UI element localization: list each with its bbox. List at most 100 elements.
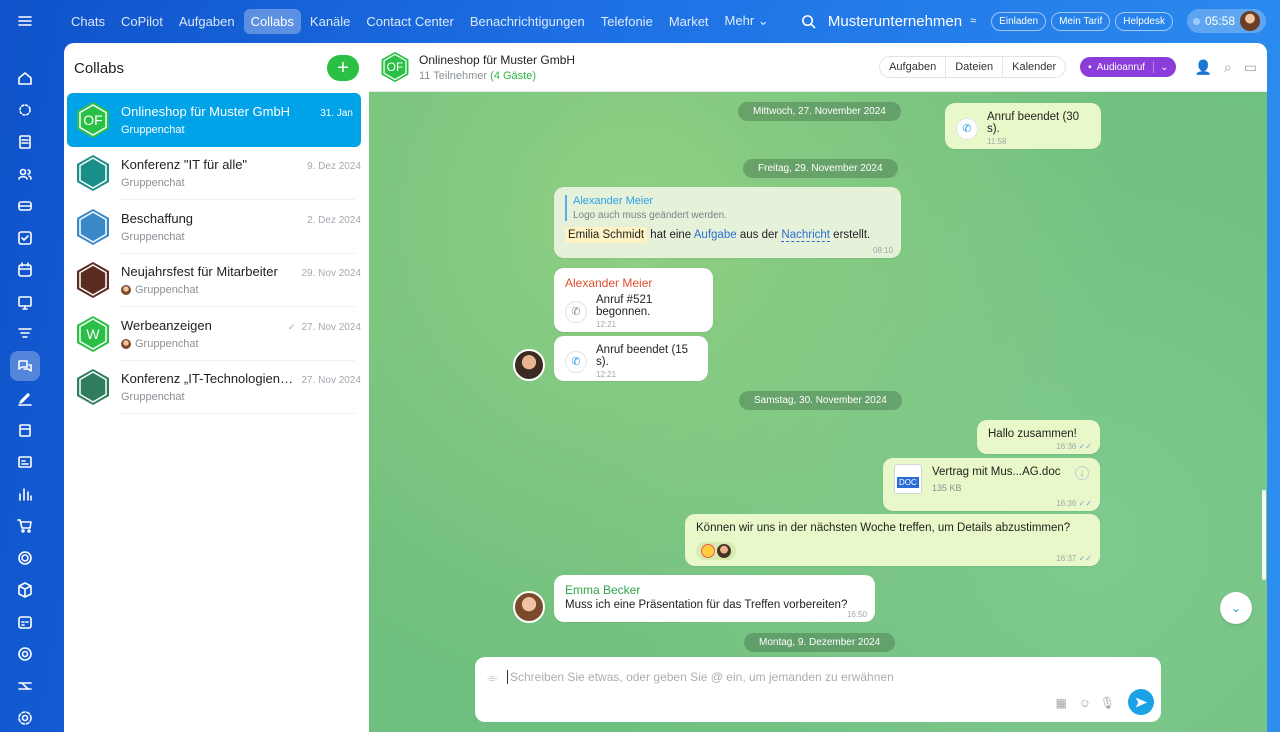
attach-icon[interactable]: ⌯ bbox=[487, 670, 497, 686]
chat-tabs: Aufgaben Dateien Kalender bbox=[879, 56, 1067, 78]
message-file[interactable]: DOC Vertrag mit Mus...AG.doc 135 KB ↓ 16:… bbox=[883, 458, 1100, 511]
users-icon[interactable] bbox=[10, 159, 40, 189]
feed-icon[interactable] bbox=[10, 127, 40, 157]
task-link[interactable]: Aufgabe bbox=[694, 229, 737, 241]
scrollbar[interactable] bbox=[1262, 490, 1266, 580]
mention[interactable]: Emilia Schmidt bbox=[565, 227, 648, 243]
message-task-created[interactable]: Alexander Meier Logo auch muss geändert w… bbox=[554, 187, 901, 258]
audio-call-label: Audioanruf bbox=[1096, 61, 1146, 73]
message-hello[interactable]: Hallo zusammen! 16:36 ✓✓ bbox=[977, 420, 1100, 454]
search-icon[interactable] bbox=[801, 14, 816, 29]
home-icon[interactable] bbox=[10, 63, 40, 93]
message-call-ended-15[interactable]: ✆ Anruf beendet (15 s). 12:21 bbox=[554, 336, 708, 381]
sidebar-toggle-icon[interactable]: ▭ bbox=[1244, 59, 1257, 76]
store-icon[interactable] bbox=[10, 415, 40, 445]
send-button[interactable] bbox=[1128, 689, 1154, 715]
flows-icon[interactable] bbox=[10, 671, 40, 701]
message-sender[interactable]: Alexander Meier bbox=[565, 276, 702, 290]
tab-files[interactable]: Dateien bbox=[946, 57, 1004, 77]
cart-icon[interactable] bbox=[10, 511, 40, 541]
calendar-icon[interactable] bbox=[10, 255, 40, 285]
chat-list-item[interactable]: Konferenz „IT-Technologien“ ... 27. Nov 2… bbox=[64, 361, 369, 415]
org-settings-icon[interactable]: ≈ bbox=[970, 15, 976, 27]
chat-avatar[interactable]: OF bbox=[379, 51, 411, 83]
chat-list-item[interactable]: Konferenz "IT für alle" 9. Dez 2024 Gruppe… bbox=[64, 147, 369, 201]
box-icon[interactable] bbox=[10, 575, 40, 605]
top-navigation: Chats CoPilot Aufgaben Collabs Kanäle Co… bbox=[64, 7, 778, 35]
menu-icon[interactable] bbox=[10, 6, 40, 36]
nav-telephony[interactable]: Telefonie bbox=[594, 9, 660, 34]
chat-title[interactable]: Onlineshop für Muster GmbH bbox=[419, 53, 575, 67]
sign-icon[interactable] bbox=[10, 383, 40, 413]
chevron-down-icon[interactable]: ⌄ bbox=[1153, 61, 1168, 73]
nav-channels[interactable]: Kanäle bbox=[303, 9, 357, 34]
helpdesk-button[interactable]: Helpdesk bbox=[1115, 11, 1173, 31]
nav-contact-center[interactable]: Contact Center bbox=[359, 9, 460, 34]
add-user-icon[interactable]: 👤 bbox=[1194, 59, 1211, 76]
author-avatar bbox=[121, 285, 131, 296]
copilot-icon[interactable] bbox=[10, 95, 40, 125]
filter-icon[interactable] bbox=[10, 319, 40, 349]
apps-icon[interactable]: ▦ bbox=[1056, 696, 1067, 710]
add-collab-button[interactable]: + bbox=[327, 55, 359, 81]
chat-list-item[interactable]: Neujahrsfest für Mitarbeiter 29. Nov 2024… bbox=[64, 254, 369, 308]
target-icon[interactable] bbox=[10, 543, 40, 573]
chat-list-item[interactable]: W Werbeanzeigen ✓ 27. Nov 2024 Gruppenchat bbox=[64, 307, 369, 361]
work-clock[interactable]: 05:58 bbox=[1186, 9, 1266, 33]
sender-avatar[interactable] bbox=[513, 349, 545, 381]
tab-calendar[interactable]: Kalender bbox=[1003, 57, 1065, 77]
nav-collabs[interactable]: Collabs bbox=[243, 8, 301, 34]
analytics-icon[interactable] bbox=[10, 479, 40, 509]
message-call-started[interactable]: Alexander Meier ✆ Anruf #521 begonnen. 12:… bbox=[554, 268, 713, 332]
tasks-icon[interactable] bbox=[10, 223, 40, 253]
message-meeting[interactable]: Können wir uns in der nächsten Woche tre… bbox=[685, 514, 1100, 566]
message-composer: ⌯ Schreiben Sie etwas, oder geben Sie @ … bbox=[475, 657, 1161, 722]
message-link[interactable]: Nachricht bbox=[781, 229, 830, 242]
scroll-down-button[interactable]: ⌄ bbox=[1220, 592, 1252, 624]
search-icon[interactable]: ⌕ bbox=[1224, 59, 1232, 76]
message-text: erstellt. bbox=[833, 229, 871, 241]
inbox-icon[interactable] bbox=[10, 191, 40, 221]
microphone-icon[interactable]: 🎙 bbox=[1100, 696, 1115, 710]
message-emma[interactable]: Emma Becker Muss ich eine Präsentation f… bbox=[554, 575, 875, 622]
chat-subtitle: Gruppenchat bbox=[121, 391, 185, 404]
user-avatar[interactable] bbox=[1240, 11, 1260, 31]
tariff-button[interactable]: Mein Tarif bbox=[1051, 11, 1111, 31]
chat-name: Konferenz „IT-Technologien“ ... bbox=[121, 371, 296, 387]
quoted-message[interactable]: Alexander Meier Logo auch muss geändert w… bbox=[565, 195, 890, 221]
nav-more[interactable]: Mehr ⌄ bbox=[718, 8, 776, 34]
file-name[interactable]: Vertrag mit Mus...AG.doc bbox=[932, 466, 1075, 478]
doc-file-icon[interactable]: DOC bbox=[894, 464, 922, 494]
sender-avatar[interactable] bbox=[513, 591, 545, 623]
quote-author: Alexander Meier bbox=[573, 195, 654, 207]
board-icon[interactable] bbox=[10, 287, 40, 317]
download-icon[interactable]: ↓ bbox=[1075, 466, 1089, 480]
nav-copilot[interactable]: CoPilot bbox=[114, 9, 170, 34]
chat-list-item[interactable]: Beschaffung 2. Dez 2024 Gruppenchat bbox=[64, 200, 369, 254]
nav-market[interactable]: Market bbox=[662, 9, 716, 34]
emoji-icon[interactable]: ☺ bbox=[1079, 696, 1091, 710]
message-text: Hallo zusammen! bbox=[988, 428, 1077, 440]
message-time: 12:21 bbox=[596, 370, 617, 379]
card-icon[interactable] bbox=[10, 447, 40, 477]
message-sender[interactable]: Emma Becker bbox=[565, 583, 864, 597]
message-input[interactable]: Schreiben Sie etwas, oder geben Sie @ ei… bbox=[507, 670, 894, 684]
reactions[interactable] bbox=[696, 542, 736, 560]
collab-avatar: OF bbox=[74, 101, 112, 139]
invite-button[interactable]: Einladen bbox=[991, 11, 1047, 31]
message-call-ended-30[interactable]: ✆ Anruf beendet (30 s). 11:58 bbox=[945, 103, 1101, 149]
organization-name[interactable]: Musterunternehmen bbox=[828, 13, 962, 30]
settings-icon[interactable] bbox=[10, 703, 40, 732]
tab-tasks[interactable]: Aufgaben bbox=[880, 57, 947, 77]
nav-notifications[interactable]: Benachrichtigungen bbox=[463, 9, 592, 34]
chat-list-item[interactable]: OF Onlineshop für Muster GmbH 31. Jan Grupp… bbox=[67, 93, 361, 147]
nav-chats[interactable]: Chats bbox=[64, 9, 112, 34]
schedule-icon[interactable] bbox=[10, 607, 40, 637]
audio-call-button[interactable]: ▪ Audioanruf ⌄ bbox=[1080, 57, 1177, 77]
member-count[interactable]: 11 Teilnehmer bbox=[419, 70, 487, 82]
collabs-icon[interactable] bbox=[10, 351, 40, 381]
date-separator: Samstag, 30. November 2024 bbox=[739, 391, 902, 410]
support-icon[interactable] bbox=[10, 639, 40, 669]
nav-tasks[interactable]: Aufgaben bbox=[172, 9, 242, 34]
status-dot bbox=[1192, 17, 1200, 25]
